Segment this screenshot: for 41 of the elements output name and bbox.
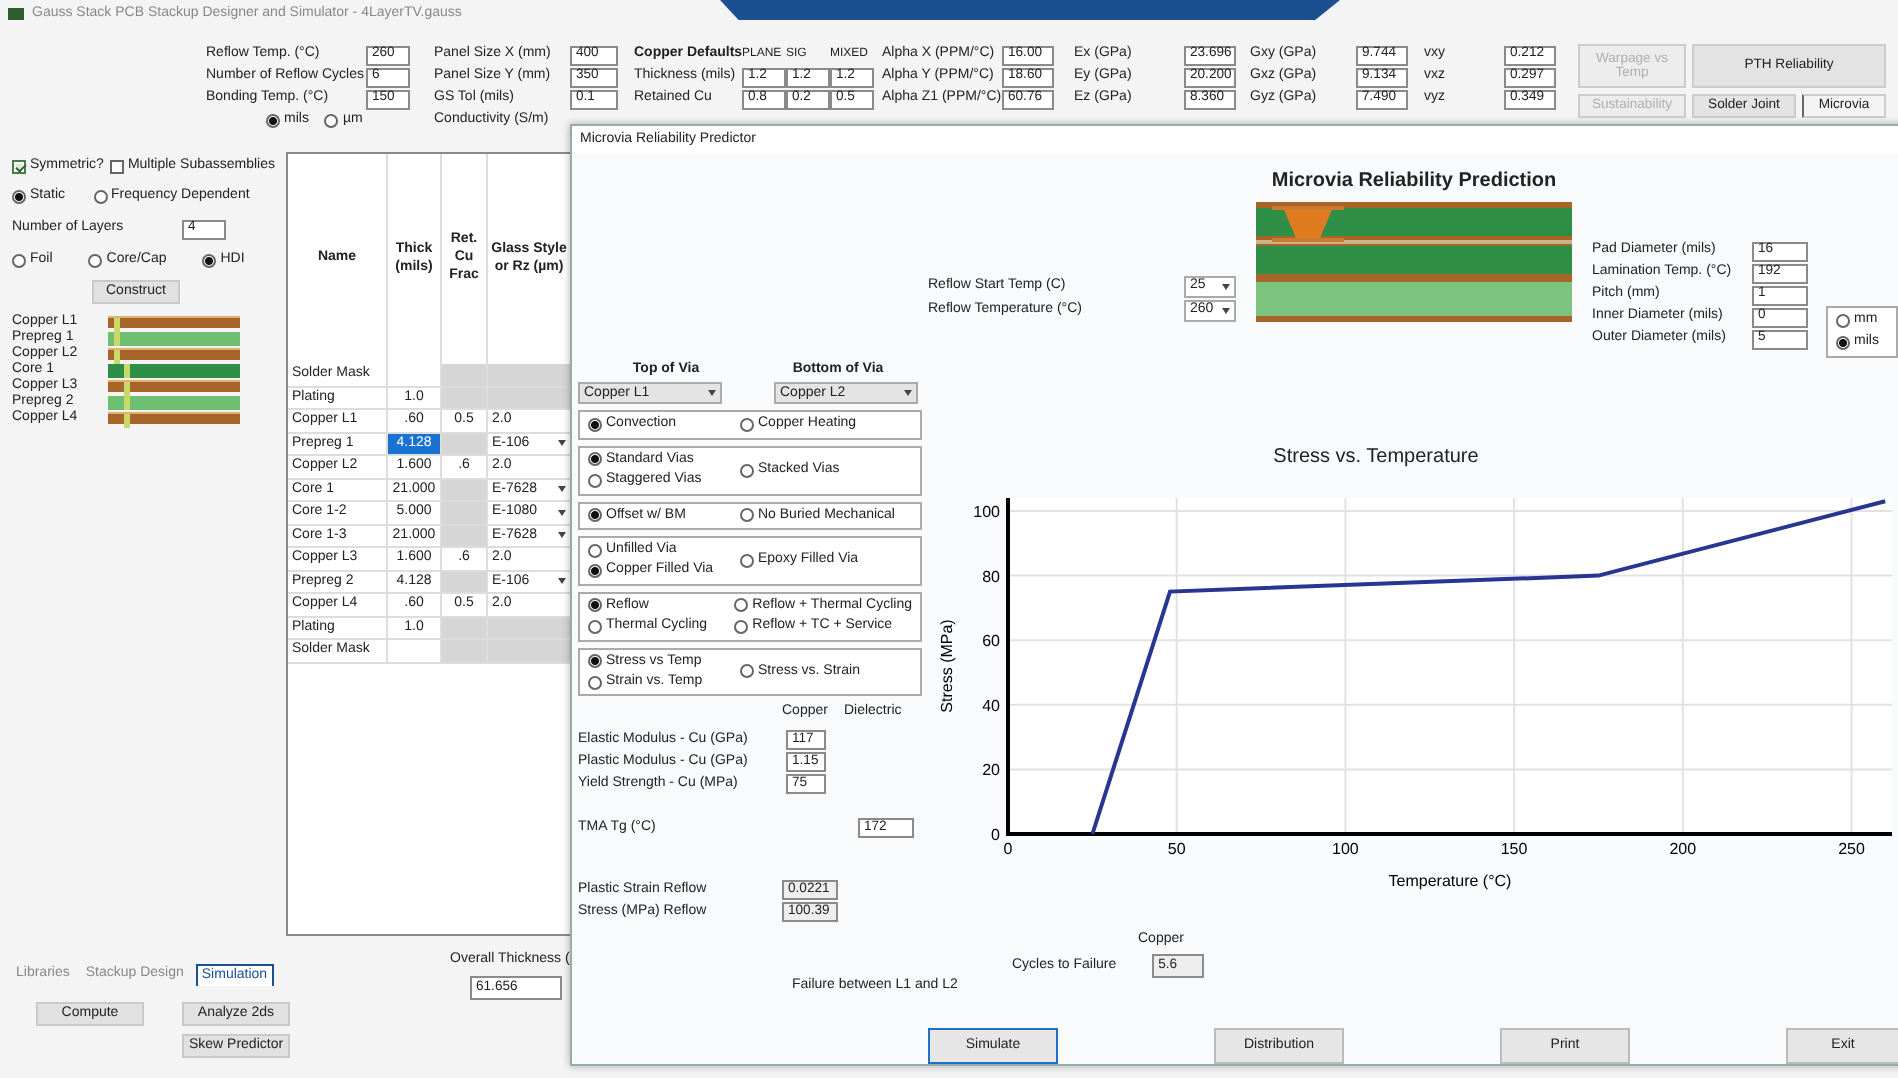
table-cell[interactable] [388,364,442,387]
table-cell [442,433,488,456]
tick-label: 250 [1838,840,1865,858]
tick-label: 80 [982,567,1000,586]
table-cell [442,571,488,594]
axis-title: Temperature (°C) [1388,872,1512,890]
table-cell[interactable] [388,640,442,663]
table-cell [442,502,488,525]
tick-label: 40 [982,696,1000,715]
table-cell [488,640,572,663]
tick-label: 0 [1003,840,1013,858]
tick-label: 50 [1167,840,1186,858]
layer-bar [108,316,240,328]
tick-label: 100 [973,502,1000,521]
tick-label: 200 [1669,840,1697,858]
tick-label: 60 [982,632,1000,651]
tick-label: 150 [1500,840,1528,858]
caret-icon [708,390,716,397]
caret-icon [1222,283,1230,289]
layer-bar [108,380,240,392]
table-cell [442,387,488,410]
app-icon [8,8,24,20]
table-cell [442,640,488,663]
layer-bar [108,348,240,360]
tick-label: 0 [991,826,1000,844]
dialog-heading: Microvia Reliability Prediction [1271,170,1557,194]
tick-label: 20 [982,761,1000,780]
table-cell [442,525,488,548]
table-cell [488,364,572,387]
layer-bar [108,395,240,409]
caret-icon [904,390,912,397]
chart-title: Stress vs. Temperature [1271,446,1481,472]
layer-bar [108,412,240,424]
tick-label: 100 [1332,840,1359,858]
caret-icon [1222,307,1230,313]
axis-title: Stress (MPa) [938,619,956,713]
table-cell [442,479,488,502]
table-cell [442,617,488,640]
layer-bar [108,363,240,377]
table-cell [442,364,488,387]
layer-bar [108,331,240,345]
